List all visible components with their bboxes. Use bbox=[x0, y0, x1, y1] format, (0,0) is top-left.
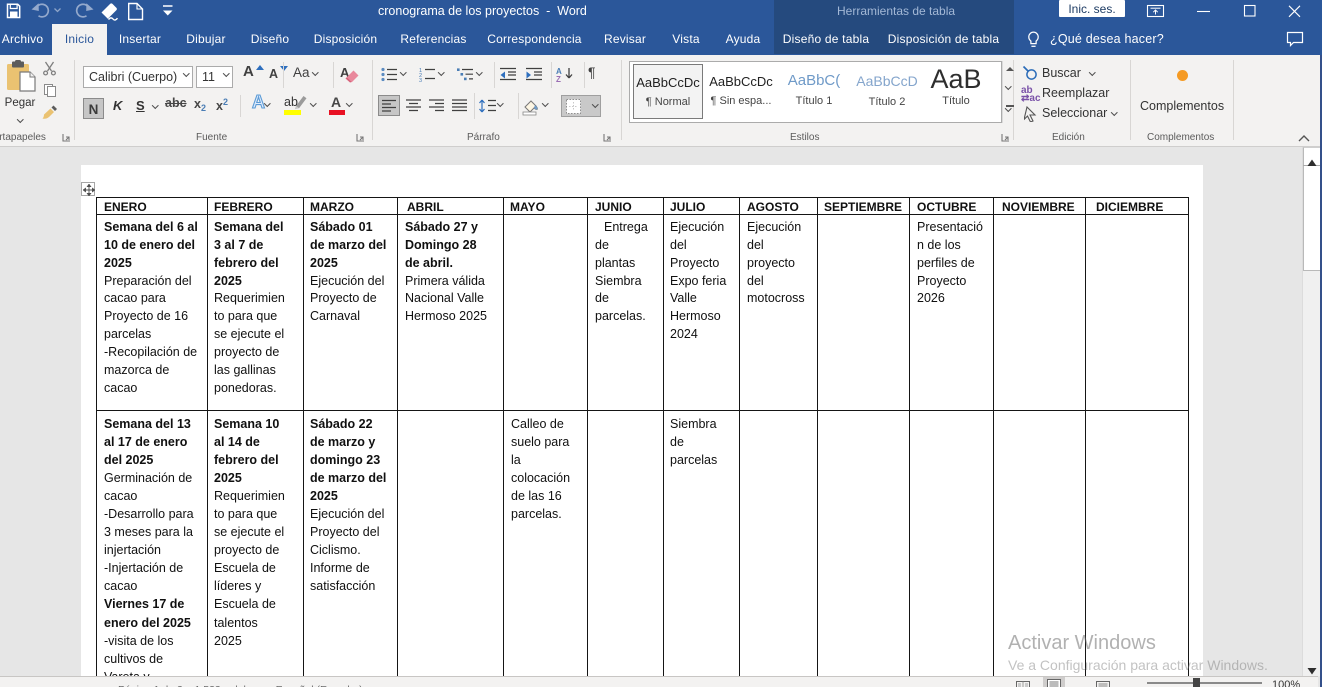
svg-text:3: 3 bbox=[419, 78, 422, 82]
svg-text:Z: Z bbox=[556, 75, 561, 83]
